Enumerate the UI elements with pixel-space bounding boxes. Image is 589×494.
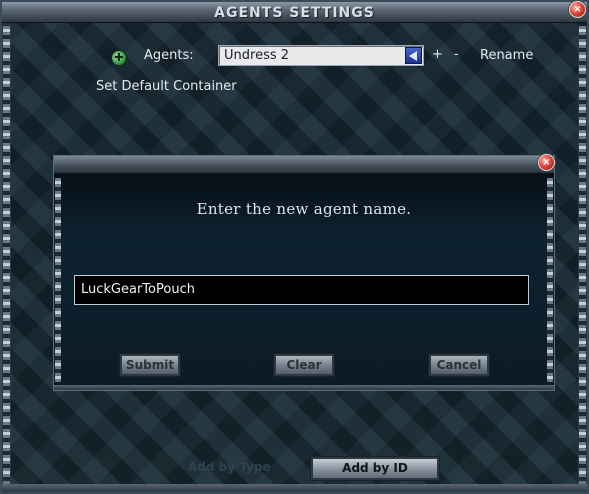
agent-name-input[interactable]: LuckGearToPouch [74,275,529,305]
dialog-bottom-bar [54,385,554,390]
rename-agent-dialog: × Enter the new agent name. LuckGearToPo… [53,154,555,391]
dropdown-arrow-icon[interactable] [405,47,422,64]
cancel-button[interactable]: Cancel [428,353,490,377]
add-agent-button[interactable]: + [432,47,443,62]
agents-add-icon[interactable]: ✚ [111,50,127,66]
left-frame-rail [2,26,11,488]
window-title: AGENTS SETTINGS [214,5,375,21]
remove-agent-button[interactable]: - [454,47,459,62]
submit-button[interactable]: Submit [119,353,181,377]
dialog-prompt: Enter the new agent name. [196,200,412,218]
close-icon[interactable]: × [569,1,586,18]
set-default-container-link[interactable]: Set Default Container [96,79,237,94]
dialog-titlebar[interactable] [54,156,554,174]
agents-dropdown[interactable]: Undress 2 [218,45,424,66]
clear-button[interactable]: Clear [273,353,335,377]
add-by-type-button[interactable]: Add by Type [188,460,271,474]
agents-label: Agents: [144,48,194,63]
add-by-id-button[interactable]: Add by ID [310,456,440,481]
agents-selected-value: Undress 2 [224,48,290,63]
right-frame-rail [578,26,587,488]
bottom-frame-bar [2,484,587,492]
rename-agent-button[interactable]: Rename [480,48,533,63]
dialog-close-icon[interactable]: × [538,154,555,171]
window-titlebar[interactable]: AGENTS SETTINGS × [2,1,587,23]
